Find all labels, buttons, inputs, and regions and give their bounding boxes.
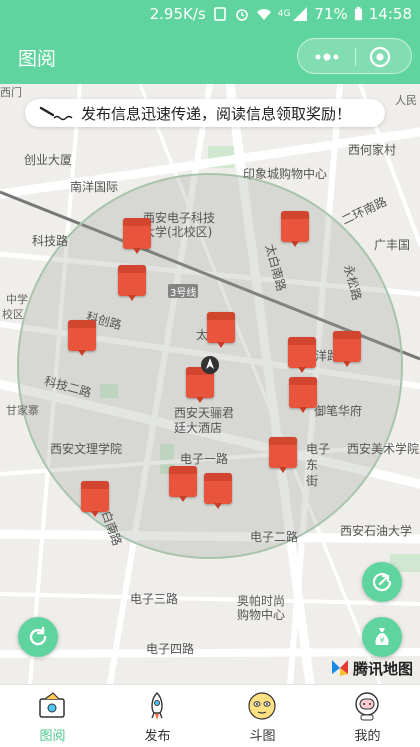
info-pin[interactable] bbox=[281, 211, 309, 247]
capsule-divider bbox=[355, 48, 356, 66]
info-pin[interactable] bbox=[288, 337, 316, 373]
map-label: 西安文理学院 bbox=[50, 442, 123, 456]
page-title: 图阅 bbox=[18, 48, 57, 70]
astronaut-icon bbox=[355, 692, 379, 721]
recenter-arrow-icon bbox=[372, 572, 392, 592]
map-label: 御笔华府 bbox=[314, 404, 363, 418]
map-label: 西何家村 bbox=[348, 143, 397, 157]
map-label: 电子二路 bbox=[250, 530, 299, 544]
map-view[interactable]: 西门 人民 创业大厦 西何家村 南洋国际 印象城购物中心 西安电子科技 大学(北… bbox=[0, 84, 420, 684]
rocket-icon bbox=[151, 692, 163, 720]
signal-icon bbox=[293, 7, 308, 21]
map-label: 西安石油大学 bbox=[340, 524, 413, 538]
tab-bar: 图阅 发布 斗图 我的 bbox=[0, 684, 420, 747]
emoji-face-icon bbox=[248, 692, 276, 720]
sim-icon bbox=[213, 7, 226, 21]
svg-text:¥: ¥ bbox=[379, 636, 384, 645]
map-label: 东 bbox=[306, 458, 319, 472]
info-pin[interactable] bbox=[269, 437, 297, 473]
info-pin[interactable] bbox=[68, 320, 96, 356]
tab-mine[interactable]: 我的 bbox=[315, 685, 420, 747]
recenter-button[interactable] bbox=[362, 562, 402, 602]
tencent-map-logo-icon bbox=[332, 660, 348, 676]
map-label: 廷大酒店 bbox=[174, 421, 223, 435]
map-label: 街 bbox=[306, 474, 319, 488]
map-label: 电子四路 bbox=[146, 642, 195, 656]
battery-percent: 71% bbox=[314, 5, 348, 23]
banner-text: 发布信息迅速传递，阅读信息领取奖励！ bbox=[81, 105, 352, 123]
more-options-icon[interactable] bbox=[312, 47, 342, 67]
map-label: 电子 bbox=[306, 442, 331, 456]
map-label: 科技路 bbox=[32, 234, 69, 248]
map-label: 电子一路 bbox=[180, 452, 229, 466]
tab-label: 发布 bbox=[144, 729, 171, 744]
info-pin[interactable] bbox=[169, 466, 197, 502]
tab-label: 图阅 bbox=[39, 729, 66, 744]
network-type: 4G bbox=[277, 9, 291, 19]
map-label: 大学(北校区) bbox=[143, 225, 213, 239]
reward-button[interactable]: ¥ bbox=[362, 617, 402, 657]
tab-map[interactable]: 图阅 bbox=[0, 685, 105, 747]
map-label: 广丰国 bbox=[374, 238, 411, 252]
attribution-text: 腾讯地图 bbox=[353, 660, 414, 678]
miniprogram-capsule bbox=[297, 38, 412, 74]
refresh-map-button[interactable] bbox=[18, 617, 58, 657]
info-pin[interactable] bbox=[333, 331, 361, 367]
metro-line-label: 3号线 bbox=[170, 288, 197, 299]
clock: 14:58 bbox=[368, 5, 412, 23]
map-label: 人民 bbox=[395, 94, 417, 107]
info-pin[interactable] bbox=[207, 312, 235, 348]
tab-label: 斗图 bbox=[249, 729, 276, 744]
map-label: 西门 bbox=[0, 86, 22, 99]
app-root: 2.95K/s 4G 71% 14:58 图阅 西门 人民 创业大厦 西何家村 … bbox=[0, 0, 420, 747]
tab-meme[interactable]: 斗图 bbox=[210, 685, 315, 747]
refresh-icon bbox=[29, 626, 47, 646]
map-label: 创业大厦 bbox=[24, 153, 73, 167]
map-label: 南洋国际 bbox=[70, 180, 119, 194]
map-label: 印象城购物中心 bbox=[243, 167, 328, 181]
alarm-icon bbox=[235, 9, 248, 21]
map-label: 中学 bbox=[6, 293, 28, 306]
money-bag-icon: ¥ bbox=[375, 628, 389, 645]
tencent-map-attribution: 腾讯地图 bbox=[330, 656, 418, 678]
map-label: 甘家寨 bbox=[6, 404, 39, 417]
announcement-banner[interactable]: 发布信息迅速传递，阅读信息领取奖励！ bbox=[25, 99, 385, 127]
info-pin[interactable] bbox=[204, 473, 232, 509]
map-label: 购物中心 bbox=[237, 608, 286, 622]
status-bar: 2.95K/s 4G 71% 14:58 bbox=[0, 0, 420, 30]
map-label: 电子三路 bbox=[130, 592, 179, 606]
info-pin[interactable] bbox=[118, 265, 146, 301]
tab-label: 我的 bbox=[354, 729, 381, 744]
info-pin[interactable] bbox=[289, 377, 317, 413]
map-label: 西安美术学院 bbox=[347, 442, 420, 456]
map-label: 校区 bbox=[2, 308, 24, 321]
close-miniprogram-icon[interactable] bbox=[369, 46, 391, 68]
wifi-icon bbox=[256, 9, 271, 20]
info-pin[interactable] bbox=[123, 218, 151, 254]
tab-publish[interactable]: 发布 bbox=[105, 685, 210, 747]
status-right: 2.95K/s 4G 71% 14:58 bbox=[150, 5, 412, 23]
info-pin[interactable] bbox=[81, 481, 109, 517]
map-tab-icon bbox=[39, 692, 65, 718]
nav-bar: 图阅 bbox=[0, 30, 420, 84]
battery-icon bbox=[354, 6, 362, 21]
pen-icon bbox=[39, 106, 73, 121]
my-location-marker bbox=[201, 356, 219, 374]
network-speed: 2.95K/s bbox=[149, 5, 206, 23]
